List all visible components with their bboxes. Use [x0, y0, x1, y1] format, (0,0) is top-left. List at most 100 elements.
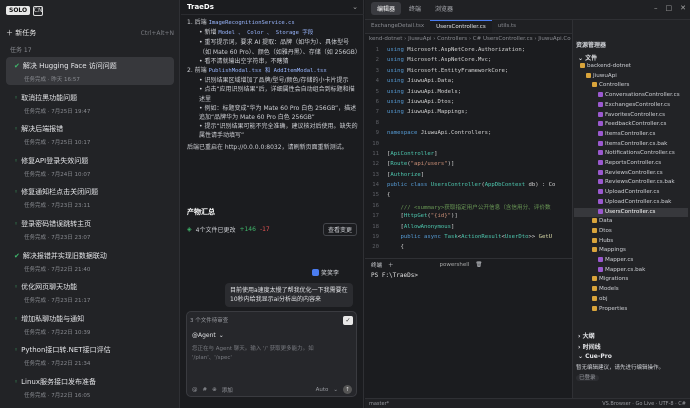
tree-item[interactable]: Controllers — [574, 81, 688, 91]
code-line: 6 using JiuwuApi.Dtos; — [365, 99, 572, 109]
explorer-title: 资源管理器 — [576, 42, 607, 49]
code-token: ActionResult — [461, 234, 502, 241]
outline-section[interactable]: › 大纲 — [578, 331, 595, 340]
tree-item[interactable]: Mapper.cs.bak — [574, 266, 688, 276]
status-right[interactable]: VS.Browser · Go Live · UTF-8 · C# — [602, 401, 690, 407]
outline-label: 大纲 — [582, 333, 595, 340]
tree-item-label: Models — [599, 286, 619, 293]
agent-mention[interactable]: @Agent ⌄ — [192, 332, 224, 339]
at-icon[interactable]: @ — [192, 387, 198, 393]
chevron-icon[interactable]: ⌄ — [352, 3, 358, 11]
code-line: 2 using Microsoft.AspNetCore.Mvc; — [365, 57, 572, 67]
tree-item[interactable]: ItemsController.cs.bak — [574, 140, 688, 150]
task-item[interactable]: ◦ 登录密码错误跳转主页 任务完成 · 7月23日 23:07 — [6, 215, 174, 243]
tree-item[interactable]: UsersController.cs — [574, 207, 688, 218]
tree-item[interactable]: backend-dotnet — [574, 62, 688, 72]
task-item[interactable]: ◦ Python接口转.NET接口评估 任务完成 · 7月22日 21:34 — [6, 341, 174, 369]
shell-select[interactable]: powershell — [440, 262, 470, 268]
breadcrumb[interactable]: kend-dotnet › JiuwuApi › Controllers › C… — [365, 36, 572, 46]
tree-item[interactable]: ReportsController.cs — [574, 159, 688, 169]
task-item[interactable]: ◦ 优化网页聊天功能 任务完成 · 7月23日 21:17 — [6, 278, 174, 306]
file-tab[interactable]: ExchangeDetail.tsx — [365, 20, 430, 33]
file-tab[interactable]: UsersController.cs — [430, 20, 492, 33]
task-title: 取消拉黑功能问题 — [21, 93, 78, 102]
chevron-down-icon: ⌄ — [218, 332, 224, 339]
tree-item-label: Dtos — [599, 227, 612, 234]
tree-item-label: backend-dotnet — [587, 63, 631, 69]
view-tab[interactable]: 编辑器 — [371, 2, 402, 15]
line-number: 3 — [375, 67, 379, 74]
tree-item[interactable]: Mappings — [574, 246, 688, 256]
files-section[interactable]: ⌄ 文件 — [578, 53, 597, 62]
tree-item[interactable]: ConversationsController.cs — [574, 91, 688, 101]
tree-item[interactable]: Migrations — [574, 275, 688, 285]
tree-item[interactable]: obj — [574, 295, 688, 305]
code-line: 9 namespace JiuwuApi.Controllers; — [365, 130, 572, 140]
csharp-file-icon — [598, 111, 603, 117]
diff-icon: ◈ — [187, 225, 192, 233]
line-number: 16 — [372, 202, 379, 209]
tree-item[interactable]: ReviewsController.cs — [574, 169, 688, 179]
add-label[interactable]: 添加 — [222, 386, 233, 394]
new-task-button[interactable]: ＋ 新任务 Ctrl+Alt+N — [6, 27, 174, 39]
task-item[interactable]: ✔ 解决 Hugging Face 访问问题 任务完成 · 昨天 16:57 — [6, 57, 174, 85]
review-changes-button[interactable]: 查看变更 — [322, 222, 357, 236]
files-changed-bar[interactable]: ◈ 4个文件已更改 +146 -17 查看变更 — [187, 222, 357, 236]
tree-item[interactable]: Dtos — [574, 227, 688, 237]
attach-icon[interactable]: ⊕ — [212, 387, 217, 393]
code-token: UserDto — [504, 234, 529, 241]
task-item[interactable]: ◦ 解决后端报错 任务完成 · 7月25日 10:17 — [6, 120, 174, 148]
tree-item[interactable]: ExchangesController.cs — [574, 101, 688, 111]
cue-label: Cue-Pro — [585, 353, 612, 360]
timeline-section[interactable]: › 时间线 — [578, 342, 601, 351]
tree-item[interactable]: Mapper.cs — [574, 256, 688, 266]
task-title: 修复API登录失效问题 — [21, 156, 89, 165]
trash-icon[interactable]: 🗑 — [475, 262, 482, 268]
task-icon: ◦ — [14, 283, 19, 292]
tree-item[interactable]: Models — [574, 285, 688, 295]
cue-login-button[interactable]: 已登录 — [576, 375, 599, 381]
tree-item[interactable]: JiuwuApi — [574, 72, 688, 82]
avatar — [312, 268, 319, 276]
task-list: ✔ 解决 Hugging Face 访问问题 任务完成 · 昨天 16:57 ◦ 取消拉… — [6, 57, 174, 405]
file-tree: backend-dotnet JiuwuApi Controllers Convers… — [574, 62, 688, 314]
code-editor[interactable]: 1 using Microsoft.AspNetCore.Authorizatio… — [365, 47, 572, 254]
task-icon: ◦ — [14, 377, 19, 386]
pending-files-row[interactable]: 3 个文件待审查 ✓ — [190, 315, 353, 325]
send-icon[interactable]: ↑ — [343, 385, 352, 394]
plus-icon[interactable]: ＋ — [388, 261, 394, 269]
tree-item-label: ItemsController.cs.bak — [605, 140, 668, 147]
tree-item[interactable]: ItemsController.cs — [574, 130, 688, 140]
task-item[interactable]: ◦ 增加私聊功能与通知 任务完成 · 7月22日 10:39 — [6, 310, 174, 338]
terminal-tab[interactable]: 终端 — [371, 261, 382, 269]
tree-item[interactable]: UploadController.cs — [574, 188, 688, 198]
terminal-prompt[interactable]: PS F:\TraeDs> — [371, 272, 418, 279]
chat-input-field[interactable]: 您正在与 Agent 聊天。输入 '/' 获取更多能力。如 '/plan'、'/… — [192, 345, 350, 363]
task-item[interactable]: ◦ 修复通知栏点击关闭问题 任务完成 · 7月23日 23:11 — [6, 183, 174, 211]
maximize-icon[interactable]: □ — [666, 4, 673, 12]
view-tab[interactable]: 浏览器 — [429, 2, 459, 15]
file-tab[interactable]: utils.ts — [492, 20, 522, 33]
csharp-file-icon — [598, 179, 603, 185]
tree-item[interactable]: FeedbackController.cs — [574, 120, 688, 130]
task-item[interactable]: ◦ 取消拉黑功能问题 任务完成 · 7月25日 19:47 — [6, 89, 174, 117]
tree-item[interactable]: NotificationsController.cs — [574, 149, 688, 159]
view-tab[interactable]: 终端 — [403, 2, 427, 15]
tree-item[interactable]: FavoritesController.cs — [574, 111, 688, 121]
close-icon[interactable]: ✕ — [680, 4, 686, 12]
tree-item[interactable]: ReviewsController.cs.bak — [574, 178, 688, 188]
task-item[interactable]: ◦ Linux服务接口发布准备 任务完成 · 7月22日 16:05 — [6, 373, 174, 401]
tree-item[interactable]: Data — [574, 217, 688, 227]
task-item[interactable]: ✔ 解决报错并实现旧数据联动 任务完成 · 7月22日 21:40 — [6, 247, 174, 275]
model-select[interactable]: Auto — [316, 387, 329, 393]
task-item[interactable]: ◦ 修复API登录失效问题 任务完成 · 7月24日 10:07 — [6, 152, 174, 180]
cue-section[interactable]: ⌄ Cue-Pro — [578, 353, 612, 360]
tree-item[interactable]: Properties — [574, 305, 688, 315]
tree-item[interactable]: UploadController.cs.bak — [574, 198, 688, 208]
accept-icon[interactable]: ✓ — [343, 315, 353, 325]
branch-status[interactable]: master* — [369, 401, 389, 407]
bullet-6: 例如：标题变成“华为 Mate 60 Pro 白色 256GB”，描述追加“品牌… — [199, 104, 357, 122]
minimize-icon[interactable]: – — [654, 4, 658, 12]
tree-item[interactable]: Hubs — [574, 237, 688, 247]
hash-icon[interactable]: # — [203, 387, 208, 393]
